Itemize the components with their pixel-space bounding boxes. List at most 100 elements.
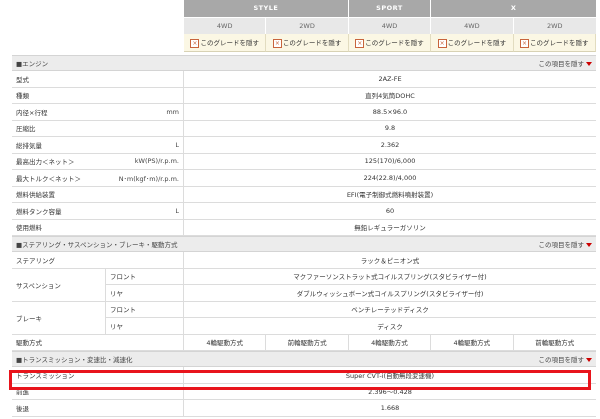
drive-value: 4輪駆動方式 [349, 334, 432, 350]
drive-value: 前輪駆動方式 [266, 334, 349, 350]
spec-value: 224(22.8)/4,000 [363, 173, 417, 182]
drive-label: 2WD [513, 17, 596, 34]
section-title: ■ステアリング・サスペンション・ブレーキ・駆動方式 [16, 241, 178, 249]
spec-unit: kW(PS)/r.p.m. [134, 157, 179, 166]
drive-label: 4WD [431, 17, 514, 34]
close-icon: × [437, 38, 447, 48]
hide-grade-button[interactable]: × このグレードを隠す [348, 34, 432, 52]
spec-row-drive: 駆動方式 4輪駆動方式 前輪駆動方式 4輪駆動方式 4輪駆動方式 前輪駆動方式 [12, 334, 596, 351]
spec-row: 型式 2AZ-FE [12, 71, 596, 88]
spec-row: 最高出力＜ネット＞ kW(PS)/r.p.m. 125(170)/6,000 [12, 153, 596, 170]
close-icon: × [190, 38, 200, 48]
spec-row: 内径×行程 mm 88.5×96.0 [12, 104, 596, 121]
drive-label: 2WD [266, 17, 349, 34]
grade-style-header: STYLE [184, 0, 349, 17]
spec-value: 125(170)/6,000 [364, 157, 416, 166]
grade-header: STYLE SPORT X 4WD 2WD 4WD 4WD 2WD × このグレー… [184, 0, 596, 52]
spec-page: STYLE SPORT X 4WD 2WD 4WD 4WD 2WD × このグレー… [0, 0, 600, 419]
triangle-down-icon [586, 358, 592, 362]
spec-value: Super CVT-i(自動無段変速機) [345, 371, 435, 380]
spec-value: EFI(電子制御式燃料噴射装置) [346, 191, 434, 200]
spec-sublabel: リヤ [106, 285, 184, 301]
spec-value: 2.362 [380, 140, 400, 149]
spec-row: 使用燃料 無鉛レギュラーガソリン [12, 219, 596, 236]
spec-label: ブレーキ [12, 301, 106, 334]
spec-unit: L [175, 140, 179, 149]
spec-row: 後退 1.668 [12, 400, 596, 417]
spec-unit: mm [166, 107, 179, 116]
spec-row: 前進 2.396～0.428 [12, 383, 596, 400]
spec-label: 種類 [16, 92, 29, 101]
spec-value: 9.8 [384, 124, 396, 133]
drive-value: 4輪駆動方式 [184, 334, 267, 350]
close-icon: × [520, 38, 529, 48]
spec-row: トランスミッション Super CVT-i(自動無段変速機) [12, 367, 596, 384]
triangle-down-icon [586, 62, 592, 66]
spec-table: ■エンジン この項目を隠す 型式 2AZ-FE 種類 直列4気筒DOHC 内径×行程… [12, 55, 596, 417]
drive-value: 前輪駆動方式 [535, 339, 575, 348]
section-title: ■トランスミッション・変速比・減速化 [16, 356, 133, 364]
spec-label: 最大トルク＜ネット＞ [16, 174, 81, 183]
spec-label: 前進 [16, 388, 29, 397]
drive-label: 4WD [348, 17, 432, 34]
spec-label: 内径×行程 [16, 108, 48, 117]
spec-value: 2AZ-FE [378, 74, 402, 83]
section-title: ■エンジン [16, 60, 49, 68]
spec-unit: N･m(kgf･m)/r.p.m. [118, 174, 179, 183]
close-icon: × [355, 38, 365, 48]
spec-row: 最大トルク＜ネット＞ N･m(kgf･m)/r.p.m. 224(22.8)/4,0… [12, 170, 596, 187]
spec-label: 圧縮比 [16, 125, 36, 134]
spec-row: 圧縮比 9.8 [12, 120, 596, 137]
spec-label: 型式 [16, 75, 29, 84]
hide-grade-button[interactable]: × このグレードを隠す [266, 34, 349, 52]
spec-value: マクファーソンストラット式コイルスプリング(スタビライザー付) [293, 273, 487, 282]
spec-label: 総排気量 [16, 141, 42, 150]
spec-value: 無鉛レギュラーガソリン [354, 224, 426, 233]
spec-row: 燃料供給装置 EFI(電子制御式燃料噴射装置) [12, 186, 596, 203]
spec-label: 駆動方式 [16, 339, 42, 348]
spec-value: 60 [385, 206, 395, 215]
spec-sublabel: フロント [106, 301, 184, 317]
spec-label: 後退 [16, 404, 29, 413]
drive-label: 4WD [184, 17, 267, 34]
grade-group-row: STYLE SPORT X [184, 0, 596, 17]
spec-value: ディスク [377, 322, 403, 331]
drive-row: 4WD 2WD 4WD 4WD 2WD [184, 17, 596, 34]
spec-value: ダブルウィッシュボーン式コイルスプリング(スタビライザー付) [296, 289, 484, 298]
spec-row: ステアリング ラック＆ピニオン式 [12, 252, 596, 269]
section-transmission: ■トランスミッション・変速比・減速化 この項目を隠す [12, 351, 596, 367]
spec-label: 最高出力＜ネット＞ [16, 158, 75, 167]
spec-sublabel: リヤ [106, 318, 184, 334]
spec-unit: L [175, 206, 179, 215]
spec-row: 種類 直列4気筒DOHC [12, 87, 596, 104]
hide-grade-button[interactable]: × このグレードを隠す [513, 34, 596, 52]
hide-item-link[interactable]: この項目を隠す [539, 352, 592, 366]
grade-x-header: X [431, 0, 596, 17]
close-icon: × [272, 38, 282, 48]
spec-value: 1.668 [380, 403, 400, 412]
spec-label: ステアリング [16, 256, 55, 265]
hide-grade-button[interactable]: × このグレードを隠す [184, 34, 267, 52]
spec-value: 88.5×96.0 [372, 107, 408, 116]
spec-label: 燃料供給装置 [16, 191, 55, 200]
hide-item-link[interactable]: この項目を隠す [539, 237, 592, 251]
spec-label: 使用燃料 [16, 224, 42, 233]
spec-value: 2.396～0.428 [368, 388, 412, 397]
spec-sublabel: フロント [106, 268, 184, 284]
spec-row: 燃料タンク容量 L 60 [12, 203, 596, 220]
triangle-down-icon [586, 243, 592, 247]
section-engine: ■エンジン この項目を隠す [12, 55, 596, 71]
spec-label: サスペンション [12, 268, 106, 301]
hide-grade-button[interactable]: × このグレードを隠す [431, 34, 514, 52]
spec-value: ラック＆ピニオン式 [360, 256, 420, 265]
hide-item-link[interactable]: この項目を隠す [539, 56, 592, 70]
spec-label: トランスミッション [16, 371, 75, 380]
spec-row: 総排気量 L 2.362 [12, 137, 596, 154]
grade-sport-header: SPORT [348, 0, 432, 17]
spec-value: 直列4気筒DOHC [365, 92, 415, 101]
spec-value: ベンチレーテッドディスク [351, 306, 429, 315]
spec-row-suspension: サスペンション フロント マクファーソンストラット式コイルスプリング(スタビライザ… [12, 268, 596, 302]
section-chassis: ■ステアリング・サスペンション・ブレーキ・駆動方式 この項目を隠す [12, 236, 596, 252]
spec-label: 燃料タンク容量 [16, 207, 62, 216]
hide-grade-row: × このグレードを隠す × このグレードを隠す × このグレードを隠す × このグレード… [184, 34, 596, 52]
